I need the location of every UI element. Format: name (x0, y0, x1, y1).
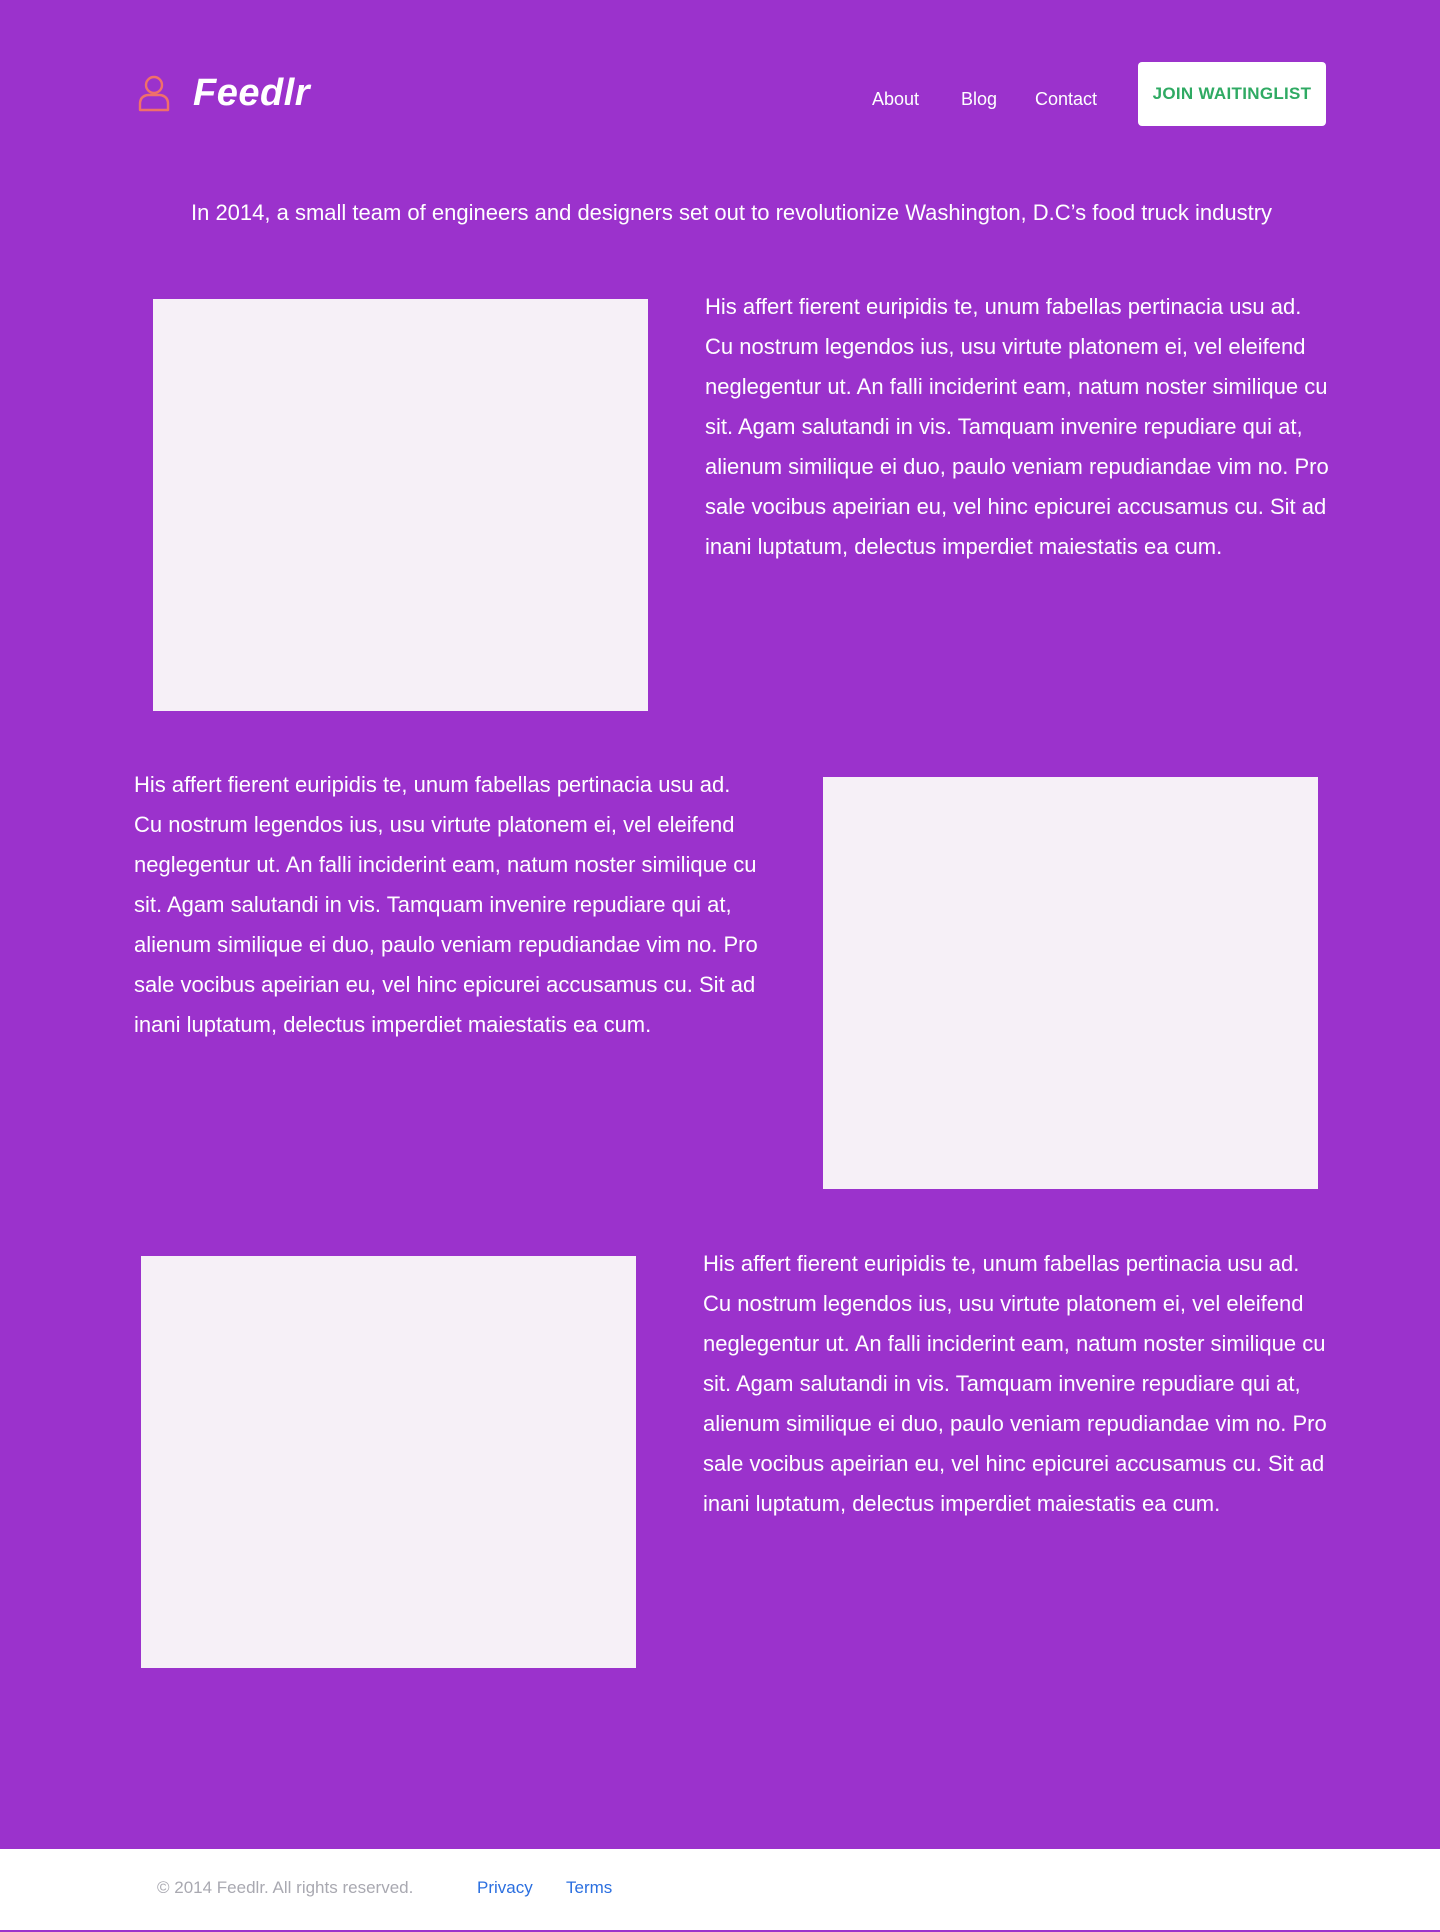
nav-link-blog[interactable]: Blog (961, 88, 997, 110)
intro-text: In 2014, a small team of engineers and d… (190, 200, 1273, 225)
join-waitinglist-button[interactable]: JOIN WAITINGLIST (1138, 62, 1326, 126)
site-header: Feedlr About Blog Contact JOIN WAITINGLI… (0, 0, 1440, 160)
image-placeholder-3 (141, 1256, 636, 1668)
brand-name: Feedlr (193, 72, 311, 114)
nav-link-about[interactable]: About (872, 88, 919, 110)
footer-link-privacy[interactable]: Privacy (477, 1877, 533, 1899)
image-placeholder-1 (153, 299, 648, 711)
brand-logo-link[interactable]: Feedlr (137, 74, 310, 112)
section-1-text: His affert fierent euripidis te, unum fa… (705, 294, 1329, 559)
copyright-text: © 2014 Feedlr. All rights reserved. (157, 1878, 414, 1897)
section-2-text: His affert fierent euripidis te, unum fa… (134, 772, 758, 1037)
section-3-text: His affert fierent euripidis te, unum fa… (703, 1251, 1327, 1516)
nav-link-contact[interactable]: Contact (1035, 88, 1097, 110)
image-placeholder-2 (823, 777, 1318, 1189)
user-icon (138, 75, 170, 112)
footer-link-terms[interactable]: Terms (566, 1877, 612, 1899)
site-footer: © 2014 Feedlr. All rights reserved. Priv… (0, 1849, 1440, 1932)
